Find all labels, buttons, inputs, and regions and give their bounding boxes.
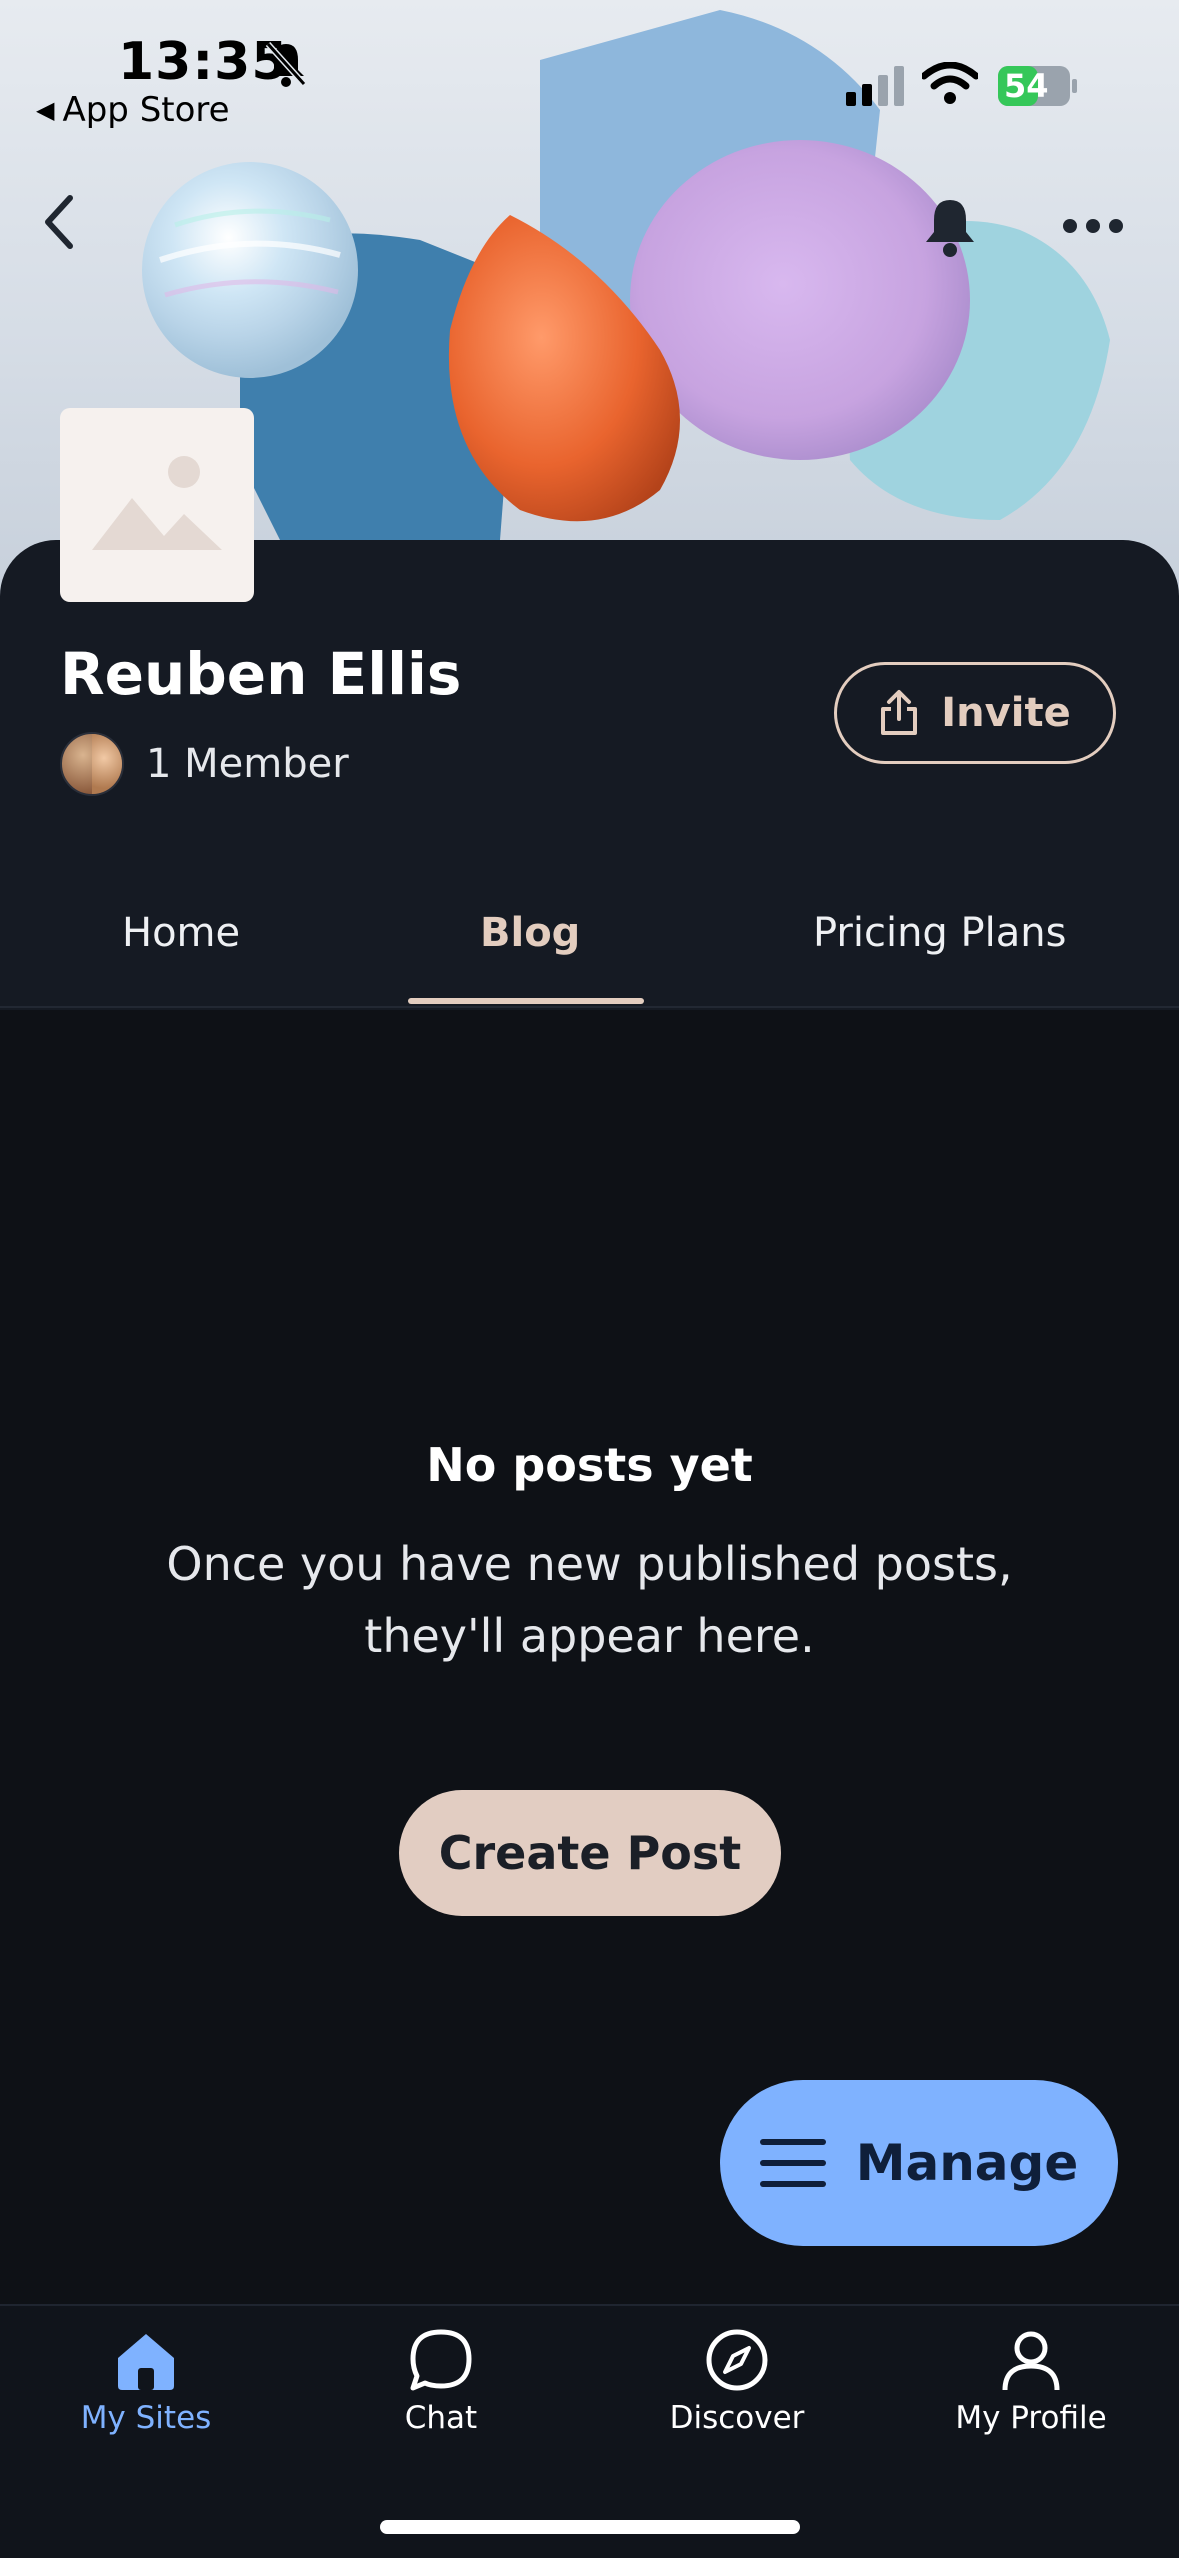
manage-button[interactable]: Manage bbox=[720, 2080, 1118, 2246]
notifications-bell-icon[interactable] bbox=[920, 194, 980, 258]
invite-label: Invite bbox=[941, 690, 1071, 736]
menu-icon bbox=[759, 2139, 826, 2187]
back-triangle-icon: ◀ bbox=[36, 96, 55, 124]
empty-state-text: Once you have new published posts, they'… bbox=[166, 1537, 1013, 1663]
active-tab-indicator bbox=[408, 998, 644, 1004]
image-placeholder-icon bbox=[92, 456, 222, 550]
member-avatar bbox=[60, 732, 124, 796]
site-name: Reuben Ellis bbox=[60, 640, 462, 708]
profile-icon bbox=[1002, 2331, 1060, 2391]
invite-button[interactable]: Invite bbox=[834, 662, 1116, 764]
site-logo-placeholder[interactable] bbox=[60, 408, 254, 602]
site-tabs: Home Blog Pricing Plans bbox=[0, 860, 1179, 1006]
share-icon bbox=[881, 690, 918, 735]
nav-label: Discover bbox=[669, 2400, 805, 2436]
members-row[interactable]: 1 Member bbox=[60, 732, 349, 796]
nav-chat[interactable]: Chat bbox=[311, 2328, 571, 2436]
back-app-label: App Store bbox=[62, 90, 230, 130]
back-chevron-icon[interactable] bbox=[36, 192, 86, 252]
compass-icon bbox=[706, 2329, 768, 2391]
battery-level: 54 bbox=[1004, 67, 1049, 105]
chat-icon bbox=[410, 2329, 472, 2391]
nav-label: My Sites bbox=[80, 2400, 212, 2436]
create-post-button[interactable]: Create Post bbox=[399, 1790, 781, 1916]
tab-home[interactable]: Home bbox=[122, 910, 240, 956]
home-icon bbox=[118, 2334, 174, 2390]
bell-off-icon bbox=[265, 41, 307, 87]
home-indicator bbox=[380, 2520, 800, 2534]
battery-indicator: 54 bbox=[998, 66, 1078, 106]
nav-my-profile[interactable]: My Profile bbox=[901, 2328, 1161, 2436]
nav-label: My Profile bbox=[955, 2400, 1107, 2436]
tabs-divider bbox=[0, 1006, 1179, 1008]
wifi-icon bbox=[922, 62, 978, 104]
more-options-icon[interactable] bbox=[1060, 206, 1126, 246]
manage-label: Manage bbox=[855, 2134, 1079, 2192]
nav-discover[interactable]: Discover bbox=[607, 2328, 867, 2436]
empty-state-title: No posts yet bbox=[426, 1438, 753, 1492]
back-to-app-store[interactable]: ◀ App Store bbox=[36, 90, 230, 130]
nav-my-sites[interactable]: My Sites bbox=[16, 2328, 276, 2436]
nav-label: Chat bbox=[404, 2400, 478, 2436]
signal-icon bbox=[846, 66, 904, 106]
tab-blog[interactable]: Blog bbox=[480, 910, 580, 956]
member-count: 1 Member bbox=[146, 741, 349, 787]
status-time: 13:35 bbox=[118, 32, 289, 92]
tab-pricing-plans[interactable]: Pricing Plans bbox=[813, 910, 1066, 956]
